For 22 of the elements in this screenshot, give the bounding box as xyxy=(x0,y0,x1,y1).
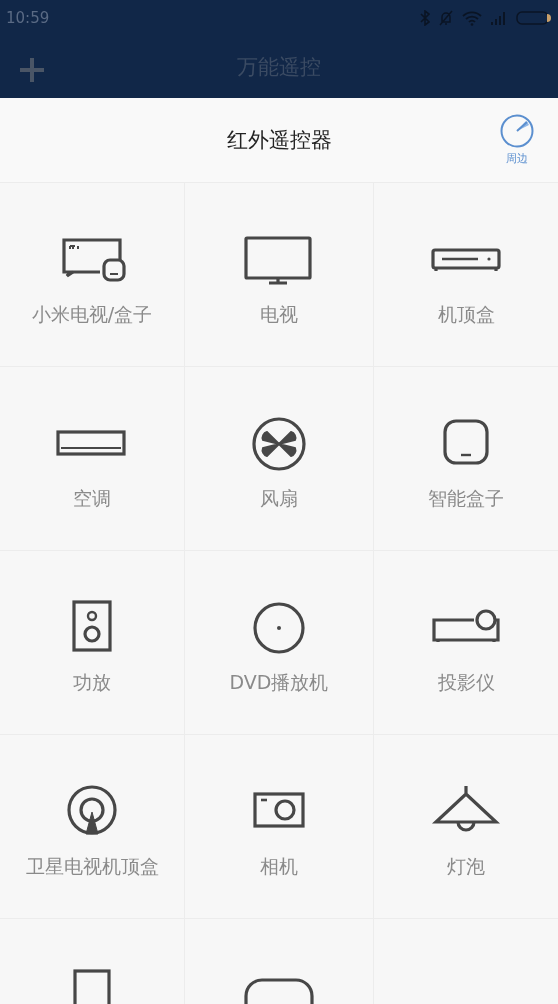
device-tile[interactable]: 投影仪 xyxy=(374,551,558,735)
radar-icon xyxy=(500,114,534,148)
section-title: 红外遥控器 xyxy=(226,127,332,154)
mute-icon xyxy=(438,9,454,26)
nearby-button[interactable]: 周边 xyxy=(500,114,534,166)
device-tile[interactable]: 相机 xyxy=(185,735,374,919)
device-tile[interactable]: 机顶盒 xyxy=(374,183,558,367)
device-tile[interactable]: 空调 xyxy=(0,367,185,551)
wifi-icon xyxy=(462,9,482,26)
battery-icon xyxy=(516,9,552,26)
status-time: 10:59 xyxy=(6,8,50,27)
device-tile[interactable]: 功放 xyxy=(0,551,185,735)
device-tile[interactable]: 灯泡 xyxy=(374,735,558,919)
device-tile[interactable]: 小米电视/盒子 xyxy=(0,183,185,367)
device-tile[interactable]: 智能盒子 xyxy=(374,367,558,551)
signal-icon xyxy=(490,10,508,25)
bluetooth-icon xyxy=(420,9,430,26)
device-tile[interactable]: DVD播放机 xyxy=(185,551,374,735)
device-tile[interactable]: 电视 xyxy=(185,183,374,367)
device-tile[interactable]: 卫星电视机顶盒 xyxy=(0,735,185,919)
add-icon[interactable] xyxy=(19,56,45,83)
device-tile[interactable]: 风扇 xyxy=(185,367,374,551)
